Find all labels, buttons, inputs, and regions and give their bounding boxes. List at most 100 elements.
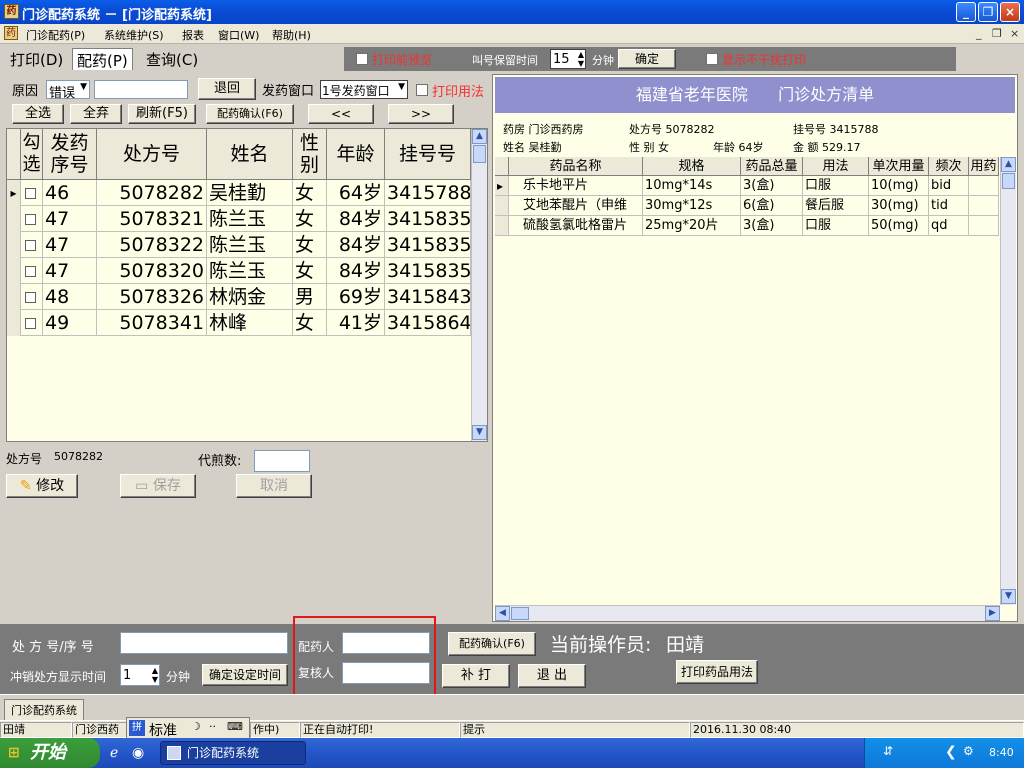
name-info: 姓名 吴桂勤	[503, 141, 562, 154]
start-button[interactable]: ⊞ 开始	[0, 738, 100, 768]
reprint-button[interactable]: 补 打	[442, 664, 510, 688]
scroll-right-icon[interactable]: ▶	[985, 606, 1000, 621]
table-row[interactable]: 47 5078321 陈兰玉女 84岁 3415835	[7, 206, 471, 232]
row-checkbox[interactable]	[21, 232, 43, 258]
mdi-minimize-button[interactable]: _	[976, 27, 982, 40]
grid-vertical-scrollbar[interactable]: ▲ ▼	[471, 129, 487, 441]
cell-seq: 47	[43, 258, 97, 284]
checkbox-box[interactable]	[25, 266, 36, 277]
checkbox-box[interactable]	[25, 240, 36, 251]
next-page-button[interactable]: >>	[388, 104, 454, 124]
scroll-down-icon[interactable]: ▼	[1001, 589, 1016, 604]
select-all-button[interactable]: 全选	[12, 104, 64, 124]
set-time-button[interactable]: 确定设定时间	[202, 664, 288, 686]
scroll-thumb[interactable]	[511, 607, 529, 620]
window-select[interactable]: 1号发药窗口 ▼	[320, 80, 408, 99]
keyboard-icon[interactable]: ⌨	[227, 720, 243, 733]
checkbox-box[interactable]	[25, 214, 36, 225]
cancel-button[interactable]: 取消	[236, 474, 312, 498]
detail-vertical-scrollbar[interactable]: ▲ ▼	[1000, 157, 1016, 605]
bottom-confirm-f6-button[interactable]: 配药确认(F6)	[448, 632, 536, 656]
print-preview-checkbox[interactable]	[356, 53, 368, 65]
call-keep-spinner[interactable]: 15 ▲ ▼	[550, 49, 586, 69]
scroll-up-icon[interactable]: ▲	[1001, 157, 1016, 172]
network-icon[interactable]: ⇵	[883, 744, 893, 758]
ime-toolbar[interactable]: 拼 标准 ☽ ·· ⌨	[126, 717, 250, 739]
mdi-close-button[interactable]: ×	[1010, 27, 1019, 40]
menu-dispense[interactable]: 门诊配药(P)	[26, 27, 85, 43]
scroll-up-icon[interactable]: ▲	[472, 129, 487, 144]
row-checkbox[interactable]	[21, 206, 43, 232]
detail-horizontal-scrollbar[interactable]: ◀ ▶	[495, 605, 1000, 621]
checkbox-box[interactable]	[25, 318, 36, 329]
reason-text-input[interactable]	[94, 80, 188, 99]
restore-button[interactable]: ❐	[978, 2, 998, 22]
table-row[interactable]: ▸ 46 5078282 吴桂勤女 64岁 3415788	[7, 180, 471, 206]
table-row[interactable]: ▸ 乐卡地平片 10mg*14s 3(盒) 口服 10(mg) bid	[493, 176, 999, 196]
no-interfere-checkbox[interactable]	[706, 53, 718, 65]
deselect-all-button[interactable]: 全弃	[70, 104, 122, 124]
save-button[interactable]: ▭ 保存	[120, 474, 196, 498]
menu-window[interactable]: 窗口(W)	[218, 27, 259, 43]
prev-page-button[interactable]: <<	[308, 104, 374, 124]
taskbar-app-label: 门诊配药系统	[187, 746, 260, 760]
minimize-button[interactable]: _	[956, 2, 976, 22]
table-row[interactable]: 49 5078341 林峰女 41岁 3415864	[7, 310, 471, 336]
table-row[interactable]: 47 5078320 陈兰玉女 84岁 3415835	[7, 258, 471, 284]
confirm-f6-button[interactable]: 配药确认(F6)	[206, 104, 294, 124]
tab-query[interactable]: 查询(C)	[142, 48, 202, 70]
table-row[interactable]: 艾地苯醌片（申维 30mg*12s 6(盒) 餐后服 30(mg) tid	[493, 196, 999, 216]
confirm-button[interactable]: 确定	[618, 49, 676, 69]
tray-app-icon[interactable]: ⚙	[963, 744, 974, 758]
rx-seq-input[interactable]	[120, 632, 288, 654]
reason-select[interactable]: 错误 ▼	[46, 80, 90, 101]
checkbox-box[interactable]	[25, 292, 36, 303]
scroll-down-icon[interactable]: ▼	[472, 425, 487, 440]
tray-expand-icon[interactable]: ❮	[945, 744, 957, 760]
table-row[interactable]: 硫酸氢氯吡格雷片 25mg*20片 3(盒) 口服 50(mg) qd	[493, 216, 999, 236]
clear-time-spinner[interactable]: 1 ▲ ▼	[120, 664, 160, 686]
spinner-arrows-icon[interactable]: ▲ ▼	[152, 666, 158, 684]
mdi-restore-button[interactable]: ❐	[992, 27, 1002, 40]
close-button[interactable]: ×	[1000, 2, 1020, 22]
start-label: 开始	[30, 742, 66, 763]
exit-button[interactable]: 退 出	[518, 664, 586, 688]
prescription-grid: 勾选 发药序号 处方号 姓名 性别 年龄 挂号号 ▸ 46 5078282 吴桂勤女 6…	[6, 128, 488, 442]
print-usage-button[interactable]: 打印药品用法	[676, 660, 758, 684]
tab-dispense[interactable]: 配药(P)	[72, 48, 133, 70]
checkbox-box[interactable]	[25, 188, 36, 199]
print-usage-checkbox[interactable]	[416, 84, 428, 96]
checker-input[interactable]	[342, 662, 430, 684]
amount-info: 金 额 529.17	[793, 141, 861, 154]
row-checkbox[interactable]	[21, 310, 43, 336]
dispenser-input[interactable]	[342, 632, 430, 654]
punct-icon[interactable]: ··	[209, 720, 216, 733]
modify-button[interactable]: ✎ 修改	[6, 474, 78, 498]
spinner-arrows-icon[interactable]: ▲ ▼	[578, 50, 584, 68]
return-button[interactable]: 退回	[198, 78, 256, 100]
detail-col-drug: 药品名称	[509, 157, 643, 176]
table-row[interactable]: 47 5078322 陈兰玉女 84岁 3415835	[7, 232, 471, 258]
cell-reg: 3415843	[387, 284, 471, 310]
scroll-left-icon[interactable]: ◀	[495, 606, 510, 621]
tab-print[interactable]: 打印(D)	[6, 48, 67, 70]
ie-icon[interactable]: ℯ	[110, 745, 118, 761]
table-row[interactable]: 48 5078326 林炳金男 69岁 3415843	[7, 284, 471, 310]
menu-system[interactable]: 系统维护(S)	[104, 27, 164, 43]
mdi-tab[interactable]: 门诊配药系统	[4, 699, 84, 721]
call-keep-value: 15	[553, 52, 570, 67]
scroll-thumb[interactable]	[473, 145, 486, 163]
menu-report[interactable]: 报表	[182, 27, 204, 43]
moon-icon[interactable]: ☽	[191, 720, 201, 733]
menu-help[interactable]: 帮助(H)	[272, 27, 311, 43]
cell-name: 吴桂勤	[207, 180, 293, 206]
taskbar-app-button[interactable]: 门诊配药系统	[160, 741, 306, 765]
row-checkbox[interactable]	[21, 258, 43, 284]
scroll-thumb[interactable]	[1002, 173, 1015, 189]
refresh-button[interactable]: 刷新(F5)	[128, 104, 196, 124]
ime-mode[interactable]: 标准	[149, 720, 177, 740]
desktop-icon[interactable]: ◉	[132, 745, 144, 761]
row-checkbox[interactable]	[21, 284, 43, 310]
decoct-input[interactable]	[254, 450, 310, 472]
row-checkbox[interactable]	[21, 180, 43, 206]
